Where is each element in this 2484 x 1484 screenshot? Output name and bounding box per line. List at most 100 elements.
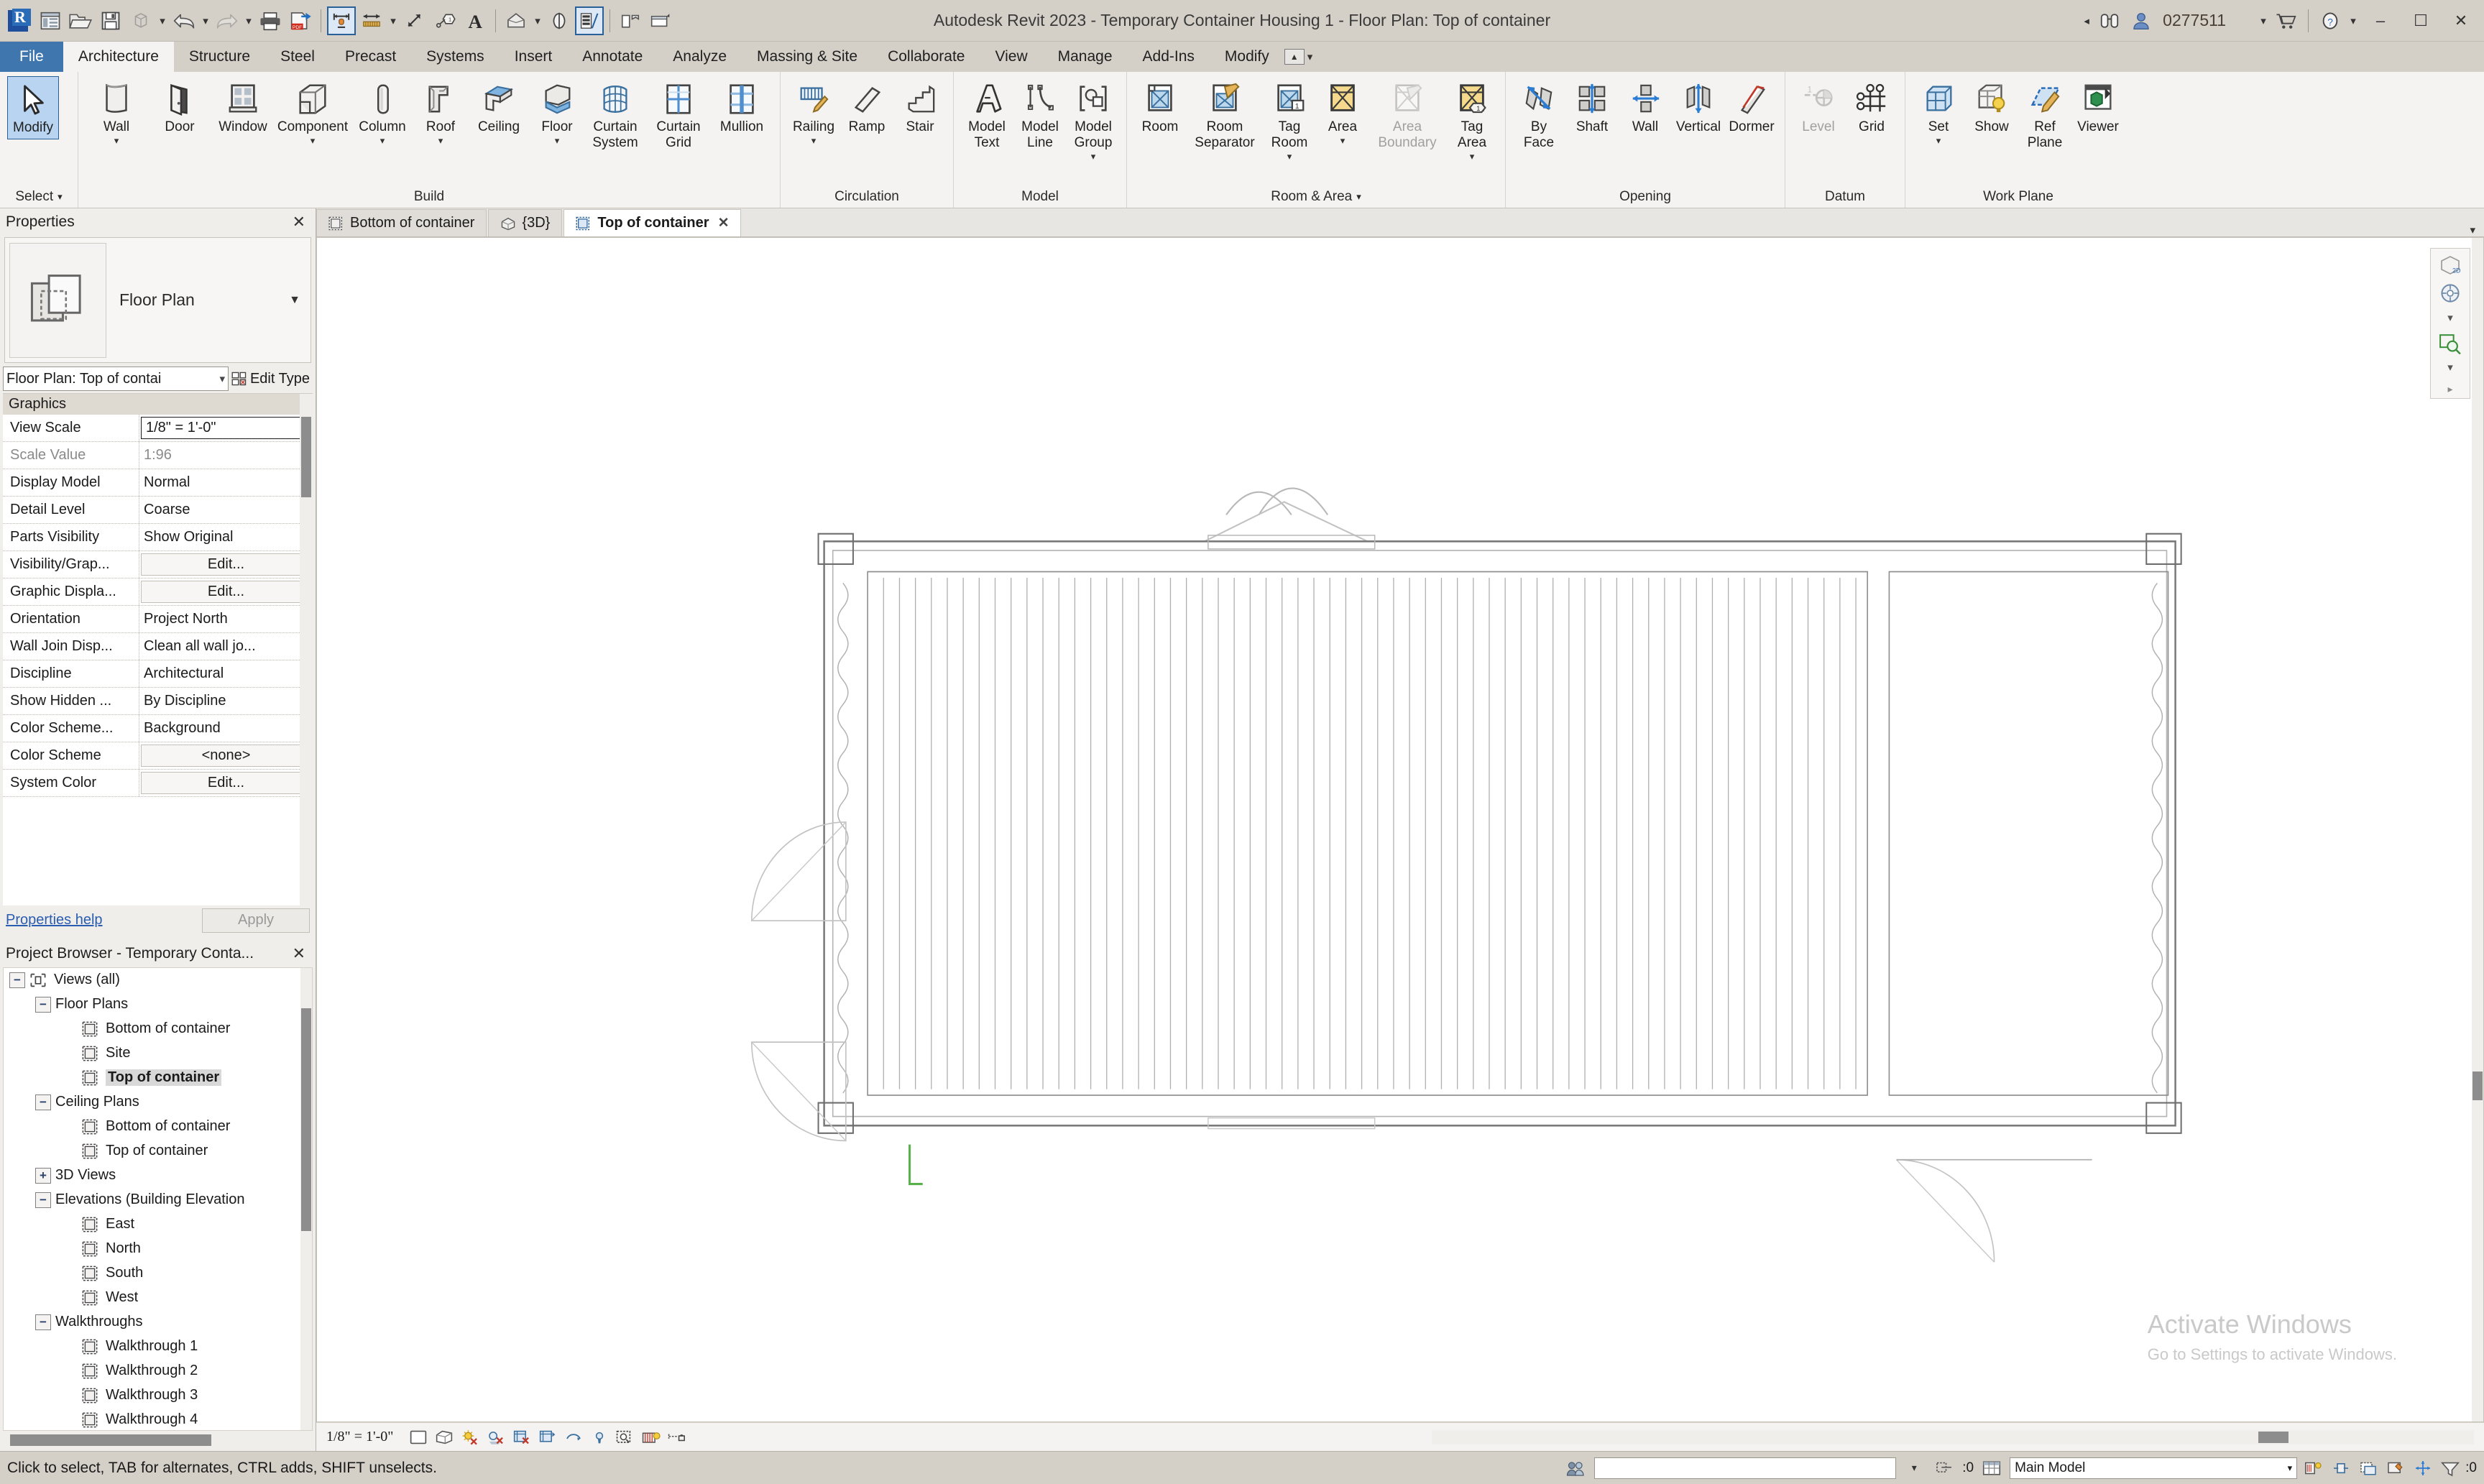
ribbon-button-component[interactable]: Component ▾ xyxy=(275,76,350,148)
expand-toggle-icon[interactable]: + xyxy=(35,1168,51,1184)
switch-windows-icon[interactable] xyxy=(646,6,675,35)
property-row-view-scale[interactable]: View Scale 1/8" = 1'-0" xyxy=(3,415,313,442)
chevron-down-icon[interactable]: ▾ xyxy=(310,136,316,145)
search-input[interactable] xyxy=(1594,1457,1896,1479)
ribbon-button-vertical-opening[interactable]: Vertical xyxy=(1673,76,1724,138)
ribbon-button-opening-by-face[interactable]: By Face xyxy=(1513,76,1565,154)
help-icon[interactable]: ? xyxy=(2316,6,2345,35)
ribbon-button-floor[interactable]: Floor ▾ xyxy=(531,76,583,148)
canvas-horizontal-scrollbar[interactable] xyxy=(1432,1430,2474,1444)
ribbon-collapse-caret[interactable]: ▾ xyxy=(1307,50,1313,63)
tree-node-floor-plan-top-of-container[interactable]: Top of container xyxy=(4,1066,312,1090)
ribbon-button-work-plane-viewer[interactable]: Viewer xyxy=(2072,76,2124,138)
save-icon[interactable] xyxy=(96,6,125,35)
tab-view[interactable]: View xyxy=(980,42,1042,72)
tree-node-ceiling-plan-bottom-of-container[interactable]: Bottom of container xyxy=(4,1115,312,1139)
chevron-down-icon[interactable]: ▾ xyxy=(1902,1457,1926,1479)
filter-icon[interactable] xyxy=(2438,1457,2462,1479)
property-row-show-hidden-lines[interactable]: Show Hidden ... By Discipline xyxy=(3,688,313,715)
tree-node-elevation-east[interactable]: East xyxy=(4,1212,312,1237)
property-type-preview[interactable]: Floor Plan ▼ xyxy=(4,237,311,363)
project-browser-hscrollbar[interactable] xyxy=(3,1432,313,1448)
shadows-off-icon[interactable] xyxy=(485,1427,507,1447)
crop-view-icon[interactable] xyxy=(537,1427,558,1447)
ribbon-button-curtain-system[interactable]: Curtain System xyxy=(584,76,646,154)
tree-node-ceiling-plan-top-of-container[interactable]: Top of container xyxy=(4,1139,312,1163)
ribbon-button-level[interactable]: 1 Level xyxy=(1793,76,1844,138)
close-icon[interactable]: ✕ xyxy=(288,944,310,963)
ribbon-button-door[interactable]: Door xyxy=(149,76,211,138)
property-row-wall-join-display[interactable]: Wall Join Disp... Clean all wall jo... xyxy=(3,633,313,660)
property-row-color-scheme-location[interactable]: Color Scheme... Background xyxy=(3,715,313,742)
tree-node-elevation-north[interactable]: North xyxy=(4,1237,312,1261)
print-icon[interactable] xyxy=(256,6,285,35)
ribbon-button-window[interactable]: Window xyxy=(212,76,274,138)
drag-elements-icon[interactable] xyxy=(2411,1457,2435,1479)
ribbon-button-ramp[interactable]: Ramp xyxy=(841,76,893,138)
property-value[interactable]: <none> xyxy=(141,745,311,767)
sun-path-off-icon[interactable] xyxy=(459,1427,481,1447)
edit-type-button[interactable]: Edit Type xyxy=(231,371,313,387)
ribbon-button-area[interactable]: Area ▾ xyxy=(1317,76,1368,148)
canvas-horizontal-scroll-thumb[interactable] xyxy=(2258,1432,2288,1443)
property-value[interactable]: Coarse xyxy=(139,497,313,523)
worksets-icon[interactable] xyxy=(1564,1457,1588,1479)
tab-file[interactable]: File xyxy=(0,42,63,72)
select-underlay-icon[interactable] xyxy=(2356,1457,2380,1479)
show-crop-region-icon[interactable] xyxy=(563,1427,584,1447)
close-button[interactable]: ✕ xyxy=(2442,1,2480,40)
chevron-down-icon[interactable]: ▾ xyxy=(1287,152,1292,161)
user-account-icon[interactable] xyxy=(2127,6,2156,35)
collapse-toggle-icon[interactable]: − xyxy=(35,1314,51,1330)
tree-node-floor-plan-site[interactable]: Site xyxy=(4,1041,312,1066)
measure-between-references-icon[interactable] xyxy=(327,6,356,35)
property-value[interactable]: Architectural xyxy=(139,660,313,687)
view-cube-icon[interactable]: 2D xyxy=(2434,253,2466,277)
tab-insert[interactable]: Insert xyxy=(500,42,568,72)
tree-node-walkthrough-3[interactable]: Walkthrough 3 xyxy=(4,1383,312,1408)
project-browser-scroll-thumb[interactable] xyxy=(301,1008,311,1231)
ribbon-button-dormer-opening[interactable]: Dormer xyxy=(1726,76,1777,138)
ribbon-button-shaft-opening[interactable]: Shaft xyxy=(1566,76,1618,138)
chevron-down-icon[interactable]: ▼ xyxy=(289,294,306,307)
tab-steel[interactable]: Steel xyxy=(265,42,330,72)
tab-manage[interactable]: Manage xyxy=(1043,42,1128,72)
tab-architecture[interactable]: Architecture xyxy=(63,42,174,72)
ribbon-button-wall-opening[interactable]: Wall xyxy=(1619,76,1671,138)
ribbon-collapse-icon[interactable]: ▲ xyxy=(1284,49,1305,65)
worksets-combobox[interactable]: Main Model ▾ xyxy=(2010,1457,2297,1479)
property-value[interactable]: Clean all wall jo... xyxy=(139,633,313,660)
ribbon-button-ref-plane[interactable]: Ref Plane xyxy=(2019,76,2071,154)
property-row-parts-visibility[interactable]: Parts Visibility Show Original xyxy=(3,524,313,551)
tab-systems[interactable]: Systems xyxy=(411,42,500,72)
navigation-collapse-icon[interactable]: ▸ xyxy=(2434,380,2466,398)
ribbon-button-wall[interactable]: Wall ▾ xyxy=(86,76,147,148)
properties-scroll-thumb[interactable] xyxy=(301,417,311,497)
property-row-detail-level[interactable]: Detail Level Coarse xyxy=(3,497,313,524)
export-pdf-icon[interactable]: PDF xyxy=(286,6,315,35)
ribbon-button-model-line[interactable]: Model Line xyxy=(1014,76,1066,154)
minimize-button[interactable]: – xyxy=(2362,1,2399,40)
exclude-options-icon[interactable] xyxy=(1932,1457,1956,1479)
tab-structure[interactable]: Structure xyxy=(174,42,265,72)
ribbon-button-modify[interactable]: Modify xyxy=(7,76,59,139)
close-icon[interactable]: ✕ xyxy=(718,215,730,231)
ribbon-button-room[interactable]: Room xyxy=(1134,76,1186,138)
collapse-toggle-icon[interactable]: − xyxy=(35,1094,51,1110)
project-browser-scrollbar[interactable] xyxy=(300,968,312,1431)
chevron-down-icon[interactable]: ▾ xyxy=(1340,136,1346,145)
property-value[interactable]: 1/8" = 1'-0" xyxy=(141,417,311,439)
dimension-dropdown-caret[interactable]: ▾ xyxy=(387,7,399,34)
tab-precast[interactable]: Precast xyxy=(330,42,411,72)
panel-dropdown-caret[interactable]: ▾ xyxy=(58,191,63,203)
property-row-graphic-display[interactable]: Graphic Displa... Edit... xyxy=(3,579,313,606)
property-row-system-color[interactable]: System Color Edit... xyxy=(3,770,313,797)
chevron-down-icon[interactable]: ▾ xyxy=(555,136,560,145)
analytical-model-icon[interactable] xyxy=(640,1427,662,1447)
redo-icon[interactable] xyxy=(213,6,242,35)
property-value[interactable]: Edit... xyxy=(141,581,311,603)
chevron-down-icon[interactable]: ▾ xyxy=(1470,152,1475,161)
ribbon-button-set-work-plane[interactable]: Set ▾ xyxy=(1913,76,1964,148)
ribbon-button-roof[interactable]: Roof ▾ xyxy=(415,76,466,148)
ribbon-button-curtain-grid[interactable]: Curtain Grid xyxy=(648,76,709,154)
